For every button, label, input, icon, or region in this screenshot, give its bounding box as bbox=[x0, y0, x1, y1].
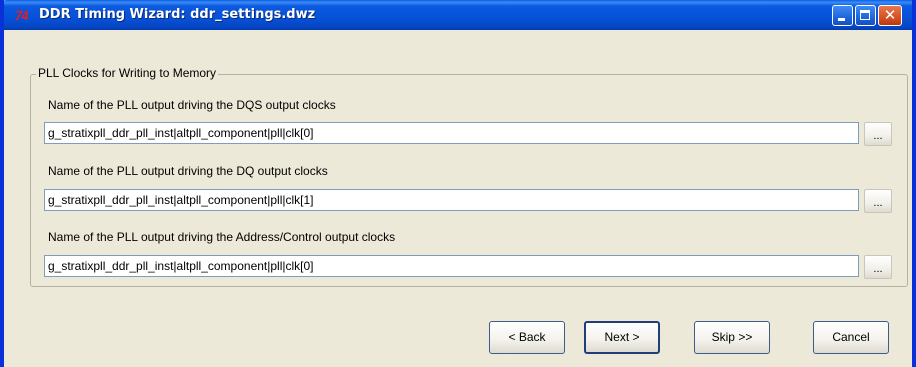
window-title: DDR Timing Wizard: ddr_settings.dwz bbox=[39, 7, 316, 22]
dq-browse-button[interactable]: ... bbox=[864, 189, 892, 213]
cancel-button[interactable]: Cancel bbox=[813, 321, 889, 354]
dq-clock-label: Name of the PLL output driving the DQ ou… bbox=[48, 164, 328, 178]
dqs-browse-button[interactable]: ... bbox=[864, 122, 892, 146]
back-button[interactable]: < Back bbox=[489, 321, 565, 354]
title-bar[interactable]: 74 DDR Timing Wizard: ddr_settings.dwz ✕ bbox=[4, 0, 912, 30]
close-button[interactable]: ✕ bbox=[878, 5, 902, 26]
skip-button[interactable]: Skip >> bbox=[694, 321, 770, 354]
minimize-button[interactable] bbox=[832, 5, 853, 26]
dq-clock-input[interactable]: g_stratixpll_ddr_pll_inst|altpll_compone… bbox=[44, 189, 859, 211]
minimize-icon bbox=[838, 18, 845, 21]
next-button[interactable]: Next > bbox=[584, 321, 660, 354]
maximize-button[interactable] bbox=[855, 5, 876, 26]
address-control-browse-button[interactable]: ... bbox=[864, 255, 892, 279]
close-icon: ✕ bbox=[883, 6, 897, 24]
app-icon: 74 bbox=[15, 8, 28, 23]
dqs-clock-input[interactable]: g_stratixpll_ddr_pll_inst|altpll_compone… bbox=[44, 122, 859, 144]
group-legend: PLL Clocks for Writing to Memory bbox=[36, 66, 219, 81]
wizard-window: 74 DDR Timing Wizard: ddr_settings.dwz ✕… bbox=[0, 0, 916, 367]
maximize-icon bbox=[860, 10, 870, 20]
dqs-clock-label: Name of the PLL output driving the DQS o… bbox=[48, 98, 336, 112]
address-control-clock-input[interactable]: g_stratixpll_ddr_pll_inst|altpll_compone… bbox=[44, 255, 859, 277]
address-control-clock-label: Name of the PLL output driving the Addre… bbox=[48, 230, 396, 244]
